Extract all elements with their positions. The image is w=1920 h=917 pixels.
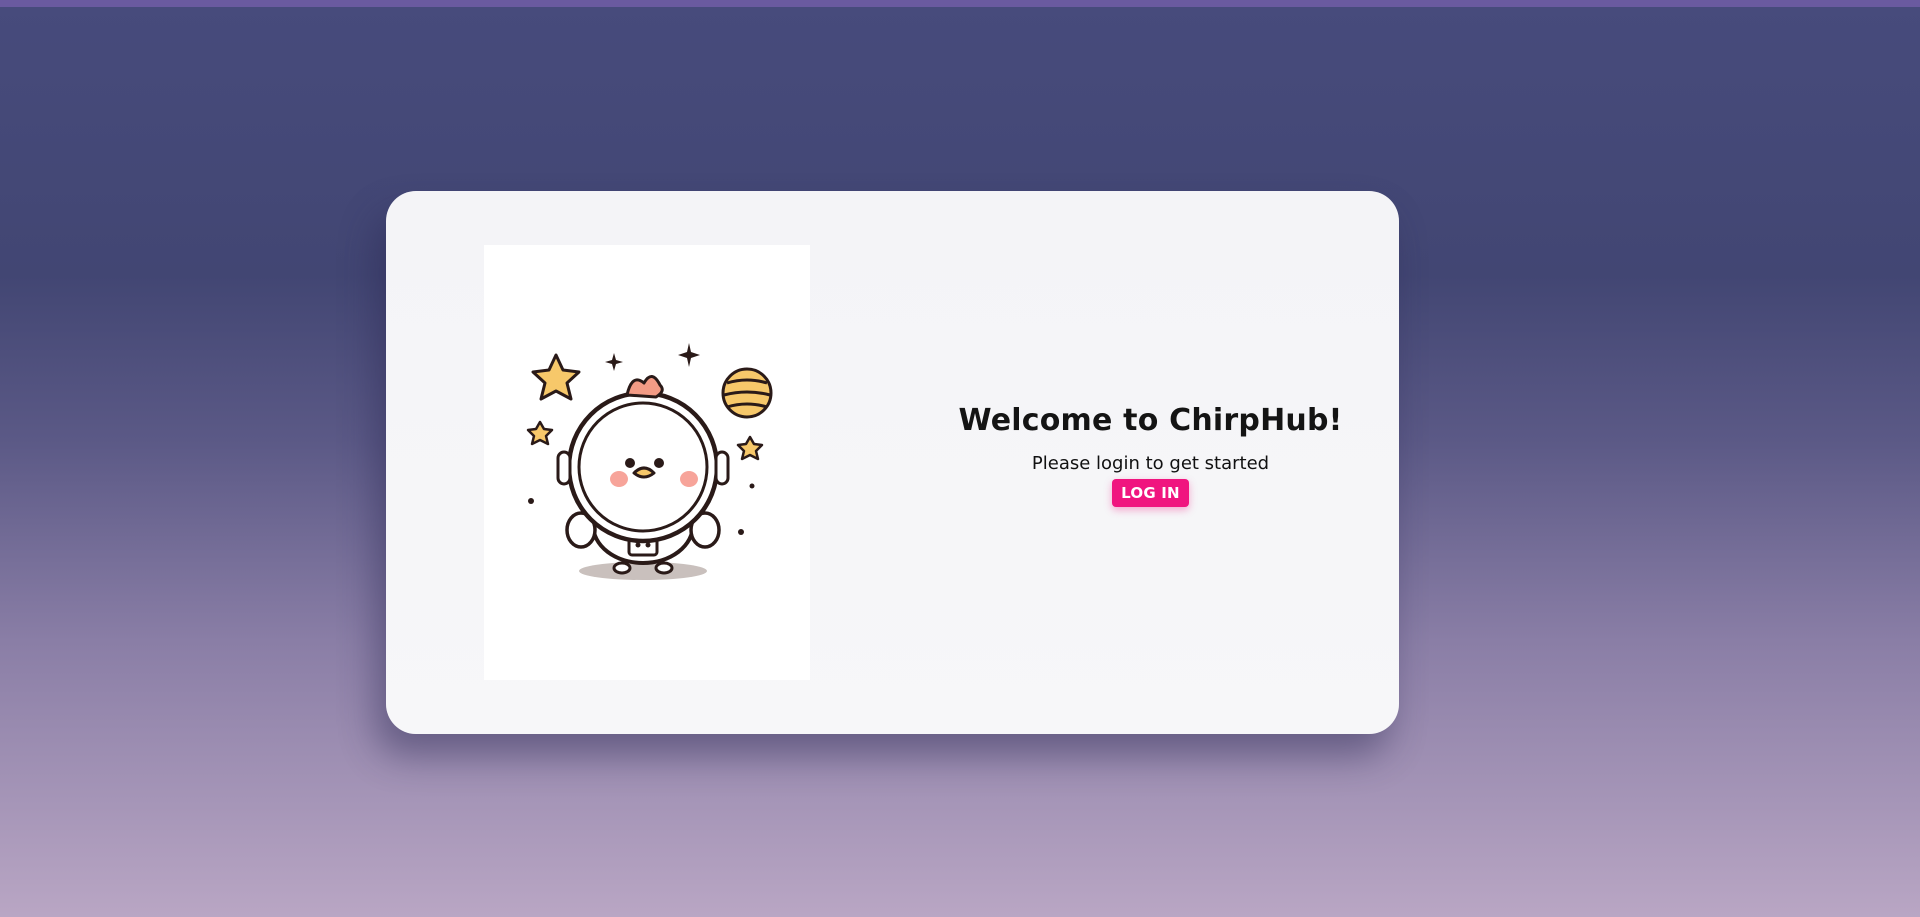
sparkle-icon bbox=[678, 343, 700, 367]
eye-icon bbox=[625, 458, 635, 468]
hero-illustration bbox=[484, 245, 810, 680]
welcome-subtitle: Please login to get started bbox=[1031, 453, 1270, 474]
login-button[interactable]: LOG IN bbox=[1112, 478, 1189, 507]
star-icon bbox=[736, 435, 764, 461]
dot-icon bbox=[738, 529, 744, 535]
top-accent-strip bbox=[0, 0, 1920, 7]
chick-astronaut-icon bbox=[526, 343, 773, 580]
sparkle-icon bbox=[605, 353, 623, 371]
star-icon bbox=[526, 420, 554, 446]
welcome-section: Welcome to ChirpHub! Please login to get… bbox=[906, 404, 1395, 507]
dot-icon bbox=[528, 498, 534, 504]
comb-shape bbox=[625, 375, 664, 399]
beak-shape bbox=[632, 466, 656, 479]
dot-icon bbox=[749, 483, 755, 489]
welcome-title: Welcome to ChirpHub! bbox=[958, 403, 1343, 438]
cheek-shape bbox=[610, 471, 628, 487]
welcome-card: Welcome to ChirpHub! Please login to get… bbox=[386, 191, 1399, 734]
star-icon bbox=[531, 353, 581, 401]
cheek-shape bbox=[680, 471, 698, 487]
eye-icon bbox=[654, 458, 664, 468]
